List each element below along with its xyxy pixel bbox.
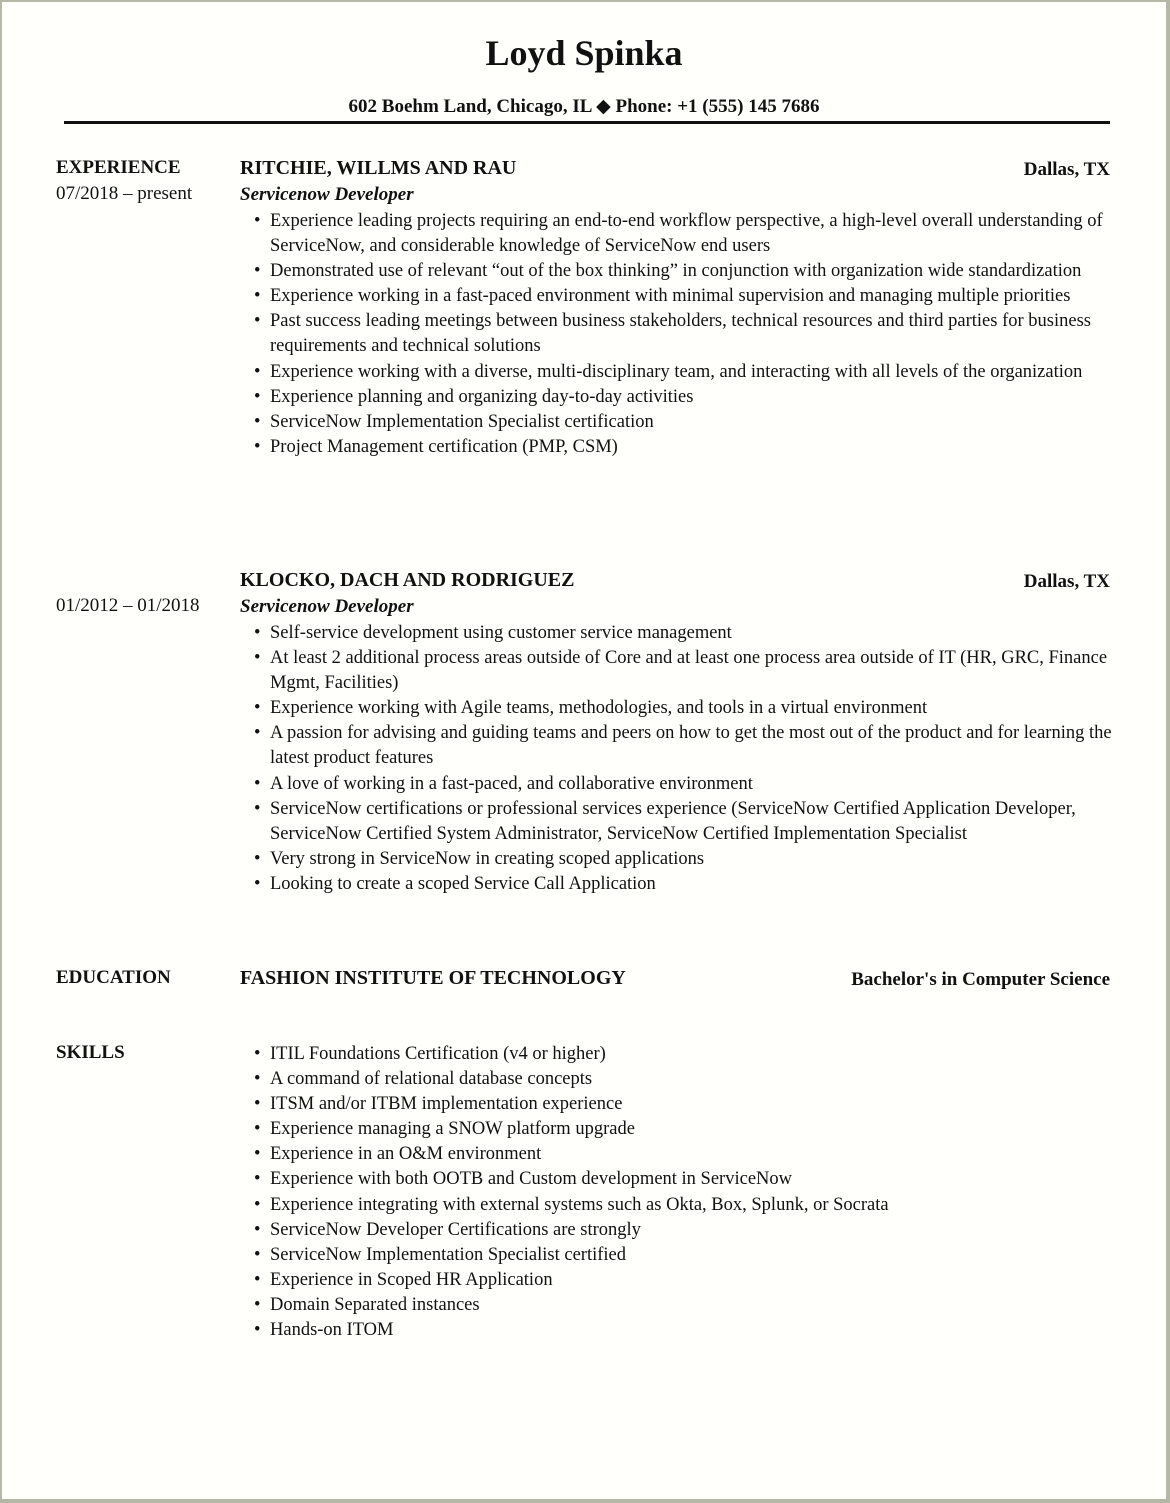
list-item: At least 2 additional process areas outs…	[254, 646, 1130, 696]
job-bullets: Experience leading projects requiring an…	[252, 209, 1130, 460]
list-item: A passion for advising and guiding teams…	[254, 721, 1130, 771]
resume-page: Loyd Spinka 602 Boehm Land, Chicago, IL …	[2, 2, 1166, 1499]
list-item: Looking to create a scoped Service Call …	[254, 872, 1130, 897]
list-item: ITIL Foundations Certification (v4 or hi…	[254, 1042, 1130, 1067]
job-dates: 07/2018 – present	[56, 183, 193, 204]
list-item: Hands-on ITOM	[254, 1318, 1130, 1343]
section-label-experience: EXPERIENCE	[56, 157, 181, 178]
list-item: ITSM and/or ITBM implementation experien…	[254, 1092, 1130, 1117]
list-item: ServiceNow Developer Certifications are …	[254, 1218, 1130, 1243]
list-item: Very strong in ServiceNow in creating sc…	[254, 847, 1130, 872]
header-divider	[64, 121, 1110, 124]
education-degree: Bachelor's in Computer Science	[851, 969, 1110, 990]
list-item: Experience managing a SNOW platform upgr…	[254, 1117, 1130, 1142]
skills-list: ITIL Foundations Certification (v4 or hi…	[252, 1042, 1130, 1343]
list-item: Domain Separated instances	[254, 1293, 1130, 1318]
list-item: A love of working in a fast-paced, and c…	[254, 772, 1130, 797]
list-item: Experience in an O&M environment	[254, 1142, 1130, 1167]
job-location: Dallas, TX	[1023, 159, 1110, 180]
contact-line: 602 Boehm Land, Chicago, IL ◆ Phone: +1 …	[348, 96, 820, 117]
list-item: Past success leading meetings between bu…	[254, 309, 1130, 359]
list-item: Self-service development using customer …	[254, 621, 1130, 646]
list-item: Experience leading projects requiring an…	[254, 209, 1130, 259]
job-company: RITCHIE, WILLMS AND RAU	[240, 157, 517, 179]
job-title: Servicenow Developer	[240, 184, 414, 205]
job-company: KLOCKO, DACH AND RODRIGUEZ	[240, 569, 575, 591]
list-item: Experience integrating with external sys…	[254, 1193, 1130, 1218]
list-item: Experience working with Agile teams, met…	[254, 696, 1130, 721]
list-item: Experience in Scoped HR Application	[254, 1268, 1130, 1293]
list-item: ServiceNow Implementation Specialist cer…	[254, 410, 1130, 435]
list-item: Demonstrated use of relevant “out of the…	[254, 259, 1130, 284]
list-item: Experience planning and organizing day-t…	[254, 385, 1130, 410]
section-label-skills: SKILLS	[56, 1042, 125, 1063]
list-item: Experience working in a fast-paced envir…	[254, 284, 1130, 309]
list-item: Project Management certification (PMP, C…	[254, 435, 1130, 460]
section-label-education: EDUCATION	[56, 967, 171, 988]
list-item: A command of relational database concept…	[254, 1067, 1130, 1092]
list-item: ServiceNow certifications or professiona…	[254, 797, 1130, 847]
job-bullets: Self-service development using customer …	[252, 621, 1130, 897]
job-dates: 01/2012 – 01/2018	[56, 595, 200, 616]
list-item: Experience with both OOTB and Custom dev…	[254, 1167, 1130, 1192]
education-school: FASHION INSTITUTE OF TECHNOLOGY	[240, 967, 626, 989]
job-title: Servicenow Developer	[240, 596, 414, 617]
job-location: Dallas, TX	[1023, 571, 1110, 592]
list-item: Experience working with a diverse, multi…	[254, 360, 1130, 385]
list-item: ServiceNow Implementation Specialist cer…	[254, 1243, 1130, 1268]
candidate-name: Loyd Spinka	[485, 33, 683, 73]
